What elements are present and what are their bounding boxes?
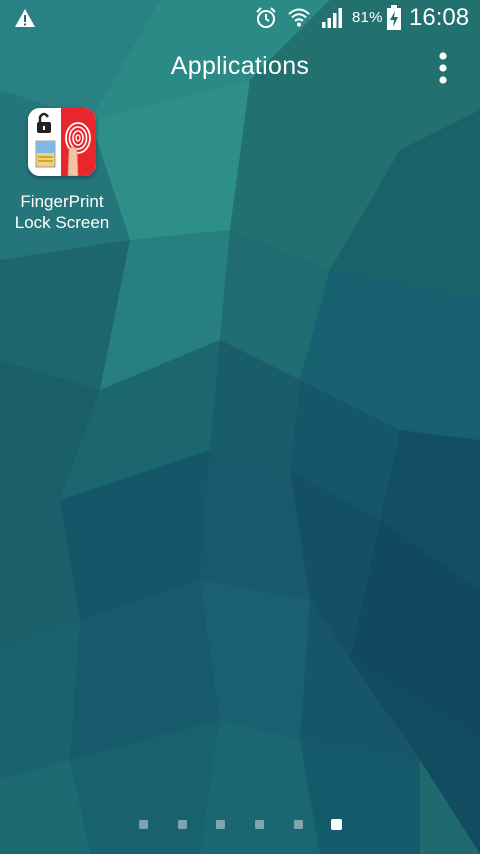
fingerprint-lock-app-icon[interactable]: [28, 108, 96, 176]
wifi-icon: [288, 8, 310, 27]
page-dot[interactable]: [216, 820, 225, 829]
signal-icon: [322, 8, 342, 28]
page-dot-active[interactable]: [331, 819, 342, 830]
warning-icon: [15, 9, 35, 27]
battery-charging-icon: [387, 5, 401, 30]
page-dot[interactable]: [294, 820, 303, 829]
clock: 16:08: [409, 4, 470, 31]
app-fingerprint-lock-screen[interactable]: FingerPrint Lock Screen: [8, 104, 116, 234]
page-indicator: [0, 816, 480, 836]
page-dot[interactable]: [255, 820, 264, 829]
page-dot[interactable]: [139, 820, 148, 829]
app-drawer-header: Applications: [0, 44, 480, 92]
app-label: FingerPrint Lock Screen: [14, 192, 110, 232]
fingerprint-icon: [28, 108, 96, 176]
status-bar: 81% 16:08: [0, 0, 480, 36]
page-title: Applications: [170, 52, 310, 80]
alarm-icon: [256, 7, 276, 28]
page-dot[interactable]: [178, 820, 187, 829]
more-vertical-icon[interactable]: [428, 48, 458, 88]
battery-percent: 81%: [352, 9, 383, 26]
